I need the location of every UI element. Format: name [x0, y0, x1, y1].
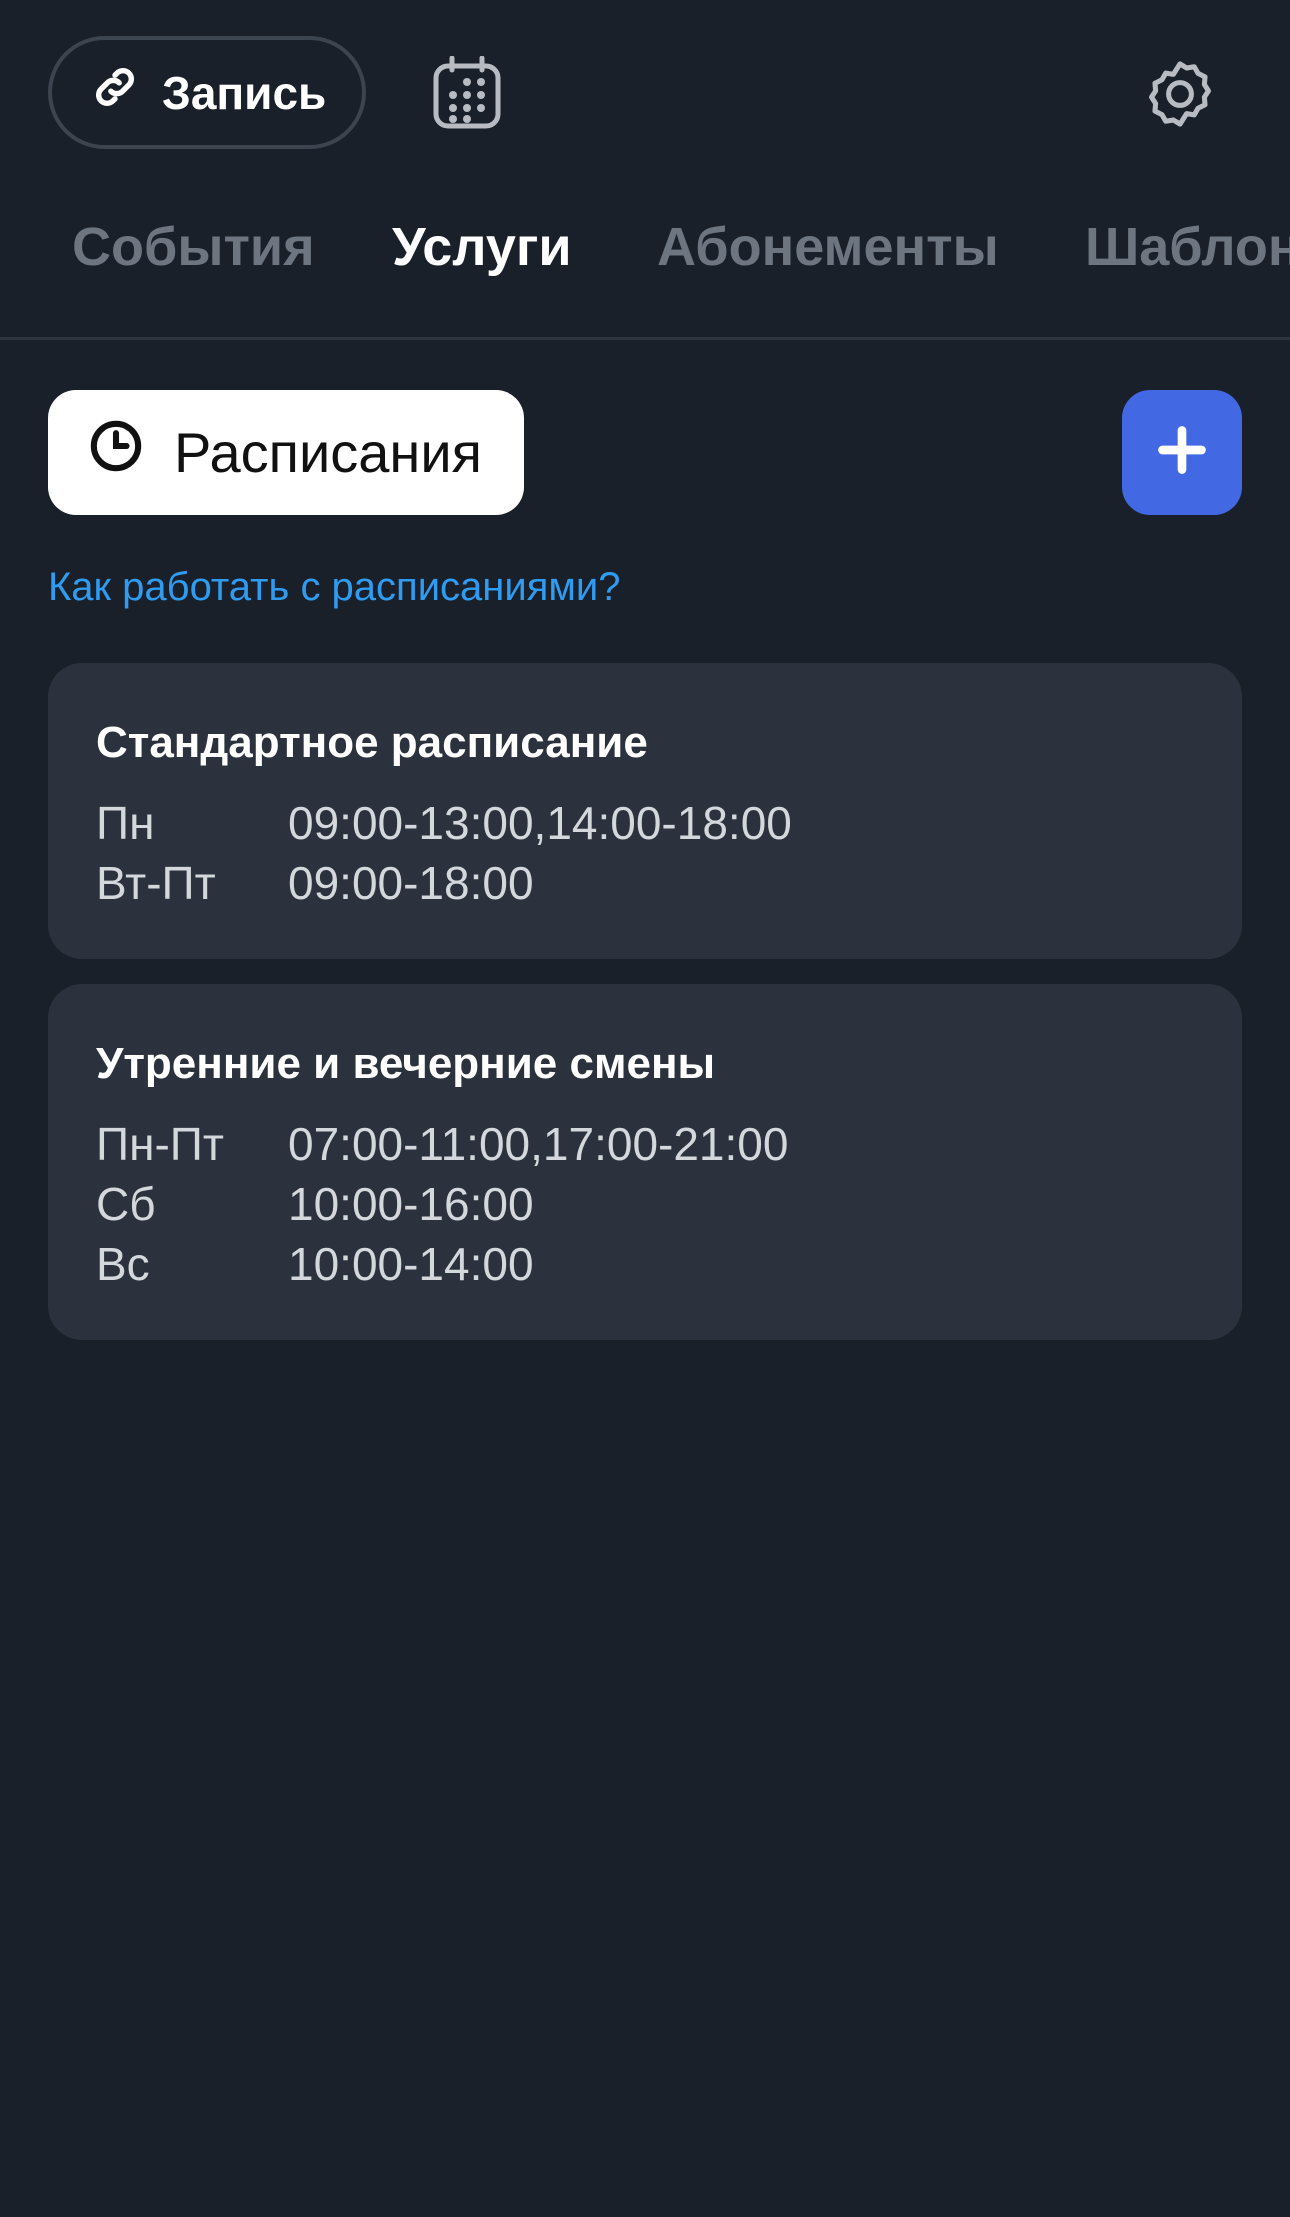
schedule-row: Пн 09:00-13:00,14:00-18:00 [96, 793, 1194, 853]
schedule-card[interactable]: Утренние и вечерние смены Пн-Пт 07:00-11… [48, 984, 1242, 1340]
settings-gear-icon[interactable] [1142, 56, 1218, 132]
calendar-icon[interactable] [432, 55, 502, 130]
tab-services[interactable]: Услуги [392, 216, 572, 278]
tab-events[interactable]: События [72, 216, 315, 278]
record-link-button[interactable]: Запись [48, 36, 366, 149]
add-schedule-button[interactable] [1122, 390, 1242, 515]
schedule-card[interactable]: Стандартное расписание Пн 09:00-13:00,14… [48, 663, 1242, 959]
schedule-hours: 09:00-18:00 [288, 857, 534, 909]
top-bar: Запись [0, 0, 1290, 190]
help-link[interactable]: Как работать с расписаниями? [48, 565, 620, 610]
schedules-label: Расписания [174, 421, 482, 484]
schedule-days: Пн-Пт [96, 1118, 224, 1170]
schedule-hours: 07:00-11:00,17:00-21:00 [288, 1118, 789, 1170]
schedule-days: Вс [96, 1238, 150, 1290]
tab-bar: События Услуги Абонементы Шаблоны [0, 190, 1290, 340]
tab-templates[interactable]: Шаблоны [1085, 216, 1290, 278]
record-label: Запись [162, 66, 327, 119]
schedule-row: Вт-Пт 09:00-18:00 [96, 853, 1194, 913]
schedule-hours: 09:00-13:00,14:00-18:00 [288, 797, 792, 849]
tab-subscriptions[interactable]: Абонементы [657, 216, 999, 278]
schedule-row: Вс 10:00-14:00 [96, 1234, 1194, 1294]
plus-icon [1156, 424, 1208, 481]
schedule-days: Вт-Пт [96, 857, 216, 909]
schedule-row: Сб 10:00-16:00 [96, 1174, 1194, 1234]
schedule-days: Пн [96, 797, 155, 849]
schedule-days: Сб [96, 1178, 156, 1230]
clock-icon [88, 418, 144, 487]
schedule-title: Утренние и вечерние смены [96, 1039, 716, 1088]
schedule-title: Стандартное расписание [96, 718, 648, 767]
schedule-hours: 10:00-14:00 [288, 1238, 534, 1290]
schedules-filter-button[interactable]: Расписания [48, 390, 524, 515]
link-icon [90, 62, 140, 123]
schedule-hours: 10:00-16:00 [288, 1178, 534, 1230]
schedule-row: Пн-Пт 07:00-11:00,17:00-21:00 [96, 1114, 1194, 1174]
